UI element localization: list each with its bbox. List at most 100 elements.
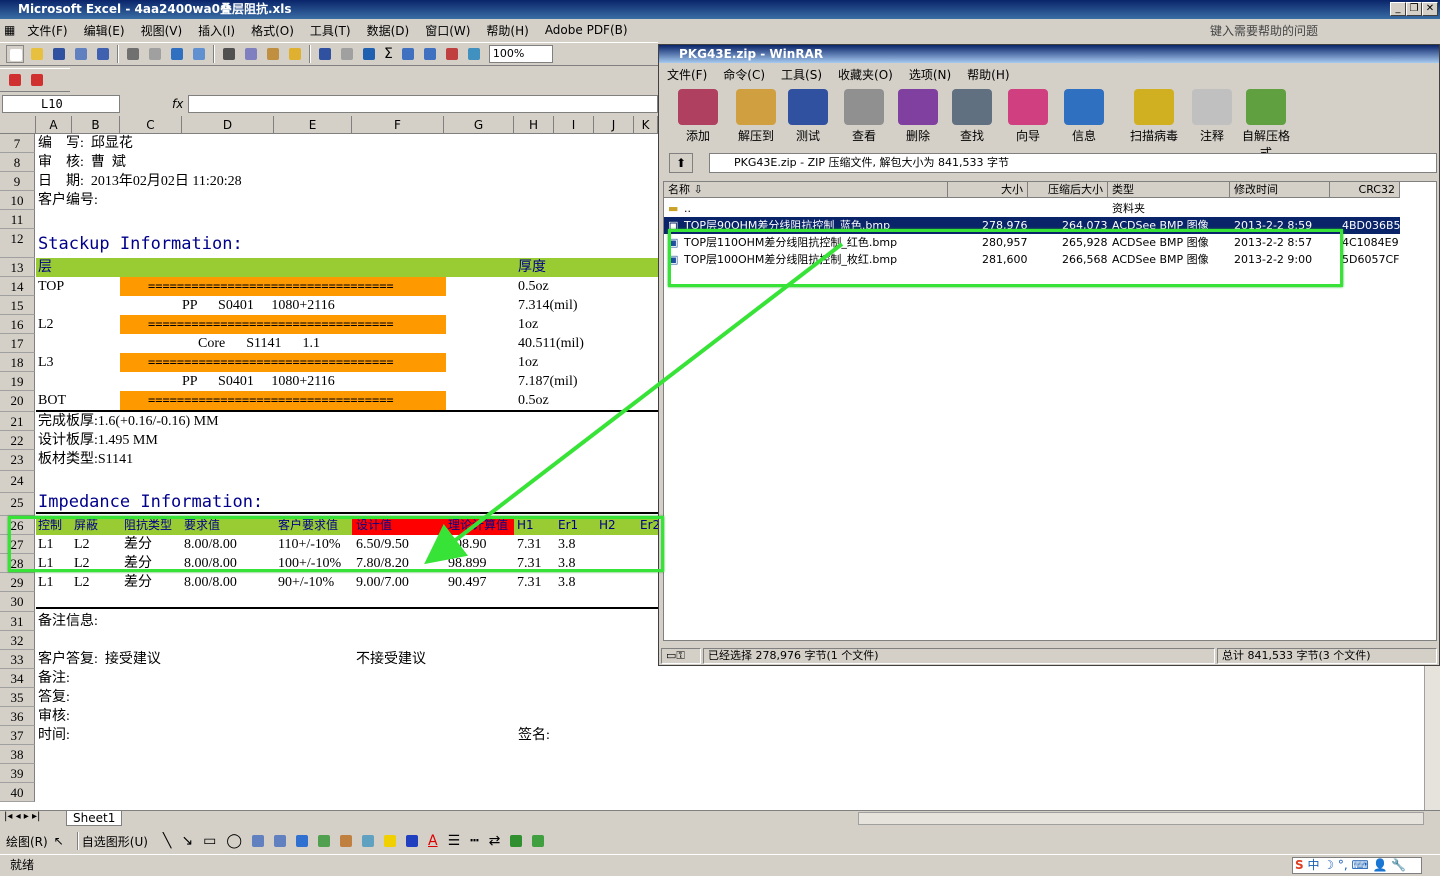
row-header-20[interactable]: 20 [0, 391, 35, 412]
menu-data[interactable]: 数据(D) [359, 22, 418, 39]
row-header-30[interactable]: 30 [0, 592, 35, 612]
row-header-31[interactable]: 31 [0, 612, 35, 631]
name-box[interactable]: L10 [2, 95, 120, 113]
shadow-icon[interactable] [507, 832, 525, 850]
col-name[interactable]: 名称 ⇩ [664, 182, 948, 198]
rar-button-2[interactable]: 测试 [779, 89, 837, 144]
line-color-icon[interactable] [403, 832, 421, 850]
row-header-36[interactable]: 36 [0, 707, 35, 726]
imp-cell[interactable]: 差分 [124, 573, 152, 592]
col-header-e[interactable]: E [274, 116, 352, 134]
row-header-21[interactable]: 21 [0, 412, 35, 431]
imp-cell[interactable]: 9.00/7.00 [356, 573, 409, 592]
cell-reply[interactable]: 答复: [38, 688, 70, 707]
row-header-38[interactable]: 38 [0, 745, 35, 764]
hyperlink-icon[interactable] [360, 45, 378, 63]
row-header-8[interactable]: 8 [0, 153, 35, 172]
zoom-select[interactable]: 100% [488, 45, 553, 63]
print-preview-icon[interactable] [146, 45, 164, 63]
rar-button-8[interactable]: 扫描病毒 [1125, 89, 1183, 144]
menu-edit[interactable]: 编辑(E) [76, 22, 133, 39]
line-style-icon[interactable]: ☰ [448, 833, 461, 849]
cell-reject[interactable]: 不接受建议 [356, 650, 426, 669]
rar-button-3[interactable]: 查看 [835, 89, 893, 144]
autoshapes-menu[interactable]: 自选图形(U) [82, 833, 148, 850]
open-icon[interactable] [28, 45, 46, 63]
drawing-icon[interactable] [465, 45, 483, 63]
menu-file[interactable]: 文件(F) [19, 22, 75, 39]
cell-l3-thickness[interactable]: 1oz [518, 353, 538, 372]
cell-reviewer[interactable]: 审 核: 曹 斌 [38, 153, 126, 172]
cell-layer-top-line[interactable]: ================================== [148, 277, 394, 296]
rar-button-1[interactable]: 解压到 [727, 89, 785, 144]
cell-design-thickness[interactable]: 设计板厚:1.495 MM [38, 431, 158, 450]
select-objects-icon[interactable]: ↖ [54, 834, 64, 848]
chart-wizard-icon[interactable] [443, 45, 461, 63]
row-header-15[interactable]: 15 [0, 296, 35, 315]
col-header-g[interactable]: G [444, 116, 514, 134]
archive-path[interactable]: PKG43E.zip - ZIP 压缩文件, 解包大小为 841,533 字节 [709, 153, 1437, 173]
row-header-7[interactable]: 7 [0, 134, 35, 153]
menu-help[interactable]: 帮助(H) [478, 22, 536, 39]
copy-icon[interactable] [242, 45, 260, 63]
impedance-heading[interactable]: Impedance Information: [38, 493, 263, 512]
cell-bot-thickness[interactable]: 0.5oz [518, 391, 549, 410]
imp-cell[interactable]: 7.31 [517, 573, 542, 592]
col-packed[interactable]: 压缩后大小 [1028, 182, 1108, 198]
menu-format[interactable]: 格式(O) [243, 22, 302, 39]
menu-tools[interactable]: 工具(T) [302, 22, 359, 39]
row-header-39[interactable]: 39 [0, 764, 35, 783]
diagram-icon[interactable] [315, 832, 333, 850]
cell-thickness-label[interactable]: 厚度 [518, 258, 546, 277]
imp-cell[interactable]: L1 [38, 573, 54, 592]
cell-layer-l3[interactable]: L3 [38, 353, 54, 372]
line-icon[interactable]: ╲ [163, 833, 171, 849]
cell-customer-reply[interactable]: 客户答复: 接受建议 [38, 650, 161, 669]
row-header-18[interactable]: 18 [0, 353, 35, 372]
rar-menu-commands[interactable]: 命令(C) [715, 66, 773, 83]
list-item-parent[interactable]: ▬ .. 资料夹 [664, 200, 1400, 217]
row-header-19[interactable]: 19 [0, 372, 35, 391]
row-header-14[interactable]: 14 [0, 277, 35, 296]
col-crc[interactable]: CRC32 [1330, 182, 1400, 198]
cell-material[interactable]: 板材类型:S1141 [38, 450, 133, 469]
col-header-k[interactable]: K [634, 116, 658, 134]
col-header-f[interactable]: F [352, 116, 444, 134]
row-header-16[interactable]: 16 [0, 315, 35, 334]
wordart-icon[interactable] [293, 832, 311, 850]
sort-desc-icon[interactable] [421, 45, 439, 63]
row-header-40[interactable]: 40 [0, 783, 35, 802]
cell-core[interactable]: Core S1141 1.1 [198, 334, 320, 353]
cell-core-thickness[interactable]: 40.511(mil) [518, 334, 584, 353]
col-header-a[interactable]: A [36, 116, 72, 134]
fill-color-icon[interactable] [381, 832, 399, 850]
sheet-tab-sheet1[interactable]: Sheet1 [66, 811, 123, 826]
row-header-37[interactable]: 37 [0, 726, 35, 745]
research-icon[interactable] [190, 45, 208, 63]
dash-style-icon[interactable]: ┅ [470, 833, 478, 849]
format-painter-icon[interactable] [286, 45, 304, 63]
menu-insert[interactable]: 插入(I) [190, 22, 243, 39]
row-header-33[interactable]: 33 [0, 650, 35, 669]
rar-button-10[interactable]: 自解压格式 [1237, 89, 1295, 161]
imp-cell[interactable]: 8.00/8.00 [184, 573, 237, 592]
row-header-10[interactable]: 10 [0, 191, 35, 210]
menu-adobe-pdf[interactable]: Adobe PDF(B) [537, 23, 636, 37]
up-folder-icon[interactable]: ⬆ [669, 153, 693, 173]
cell-layer-label[interactable]: 层 [38, 258, 52, 277]
stackup-heading[interactable]: Stackup Information: [38, 235, 243, 254]
restore-icon[interactable]: ❐ [1406, 2, 1422, 16]
formula-input[interactable] [188, 95, 658, 113]
cell-layer-l2[interactable]: L2 [38, 315, 54, 334]
cell-review[interactable]: 审核: [38, 707, 70, 726]
rectangle-icon[interactable]: ▭ [203, 833, 216, 849]
cell-top-thickness[interactable]: 0.5oz [518, 277, 549, 296]
minimize-icon[interactable]: _ [1390, 2, 1406, 16]
horizontal-scrollbar[interactable] [858, 812, 1424, 825]
rar-button-7[interactable]: 信息 [1055, 89, 1113, 144]
cell-note[interactable]: 备注: [38, 669, 70, 688]
menu-window[interactable]: 窗口(W) [417, 22, 478, 39]
col-header-i[interactable]: I [554, 116, 594, 134]
undo-icon[interactable] [316, 45, 334, 63]
spreadsheet-grid[interactable]: A B C D E F G H I J K 7 8 9 10 11 12 13 14 15 16 1… [0, 116, 658, 810]
